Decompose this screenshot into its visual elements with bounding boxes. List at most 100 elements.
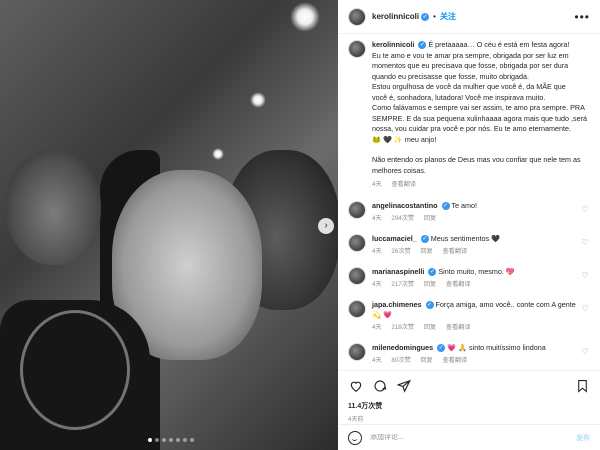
verified-icon: ✓ [437, 343, 446, 352]
comment-item: milenedomingues ✓ 💗 🙏 sinto muitíssimo l… [348, 342, 590, 366]
caption-line: SEMPRE. E da sua pequena xulinhaaaa agor… [372, 113, 587, 123]
caption: kerolinnicoli ✓ É pretaaaaa… O céu é est… [348, 40, 590, 191]
comment-time: 4天 [372, 356, 382, 364]
comment-time: 4天 [372, 323, 382, 331]
chevron-right-icon[interactable]: › [318, 218, 334, 234]
caption-line: você é, sonhadora, lutadora! Você me ins… [372, 92, 546, 102]
caption-line: nossa, vou cuidar pra você e por nós. Eu… [372, 124, 571, 133]
post-photo[interactable]: › [0, 0, 340, 450]
avatar[interactable] [348, 40, 366, 58]
comment-username[interactable]: milenedomingues [372, 343, 433, 352]
heart-icon[interactable]: ♡ [580, 304, 590, 313]
ceiling-light [290, 2, 320, 32]
carousel-dots [148, 438, 194, 442]
verified-icon: ✓ [420, 234, 429, 243]
heart-icon[interactable]: ♡ [580, 205, 590, 214]
carousel-dot [155, 438, 159, 442]
reply-link[interactable]: 回复 [424, 281, 436, 288]
comment-username[interactable]: angelinacostantino [372, 201, 438, 210]
emoji-icon[interactable] [348, 430, 362, 445]
verified-icon: ✓ [425, 300, 434, 309]
share-icon[interactable] [396, 378, 412, 394]
ceiling-light [250, 92, 266, 108]
comment-text: 💗 🙏 sinto muitíssimo lindona [447, 342, 546, 352]
comment-likes[interactable]: 26次赞 [391, 248, 410, 255]
caption-line: Estou orgulhosa de você da mulher que vo… [372, 82, 566, 91]
verified-icon: ✓ [421, 12, 430, 21]
comment-likes[interactable]: 80次赞 [391, 357, 410, 364]
comment-input[interactable] [370, 434, 576, 441]
translate-link[interactable]: 查看翻译 [446, 281, 471, 288]
comment-username[interactable]: japa.chimenes [372, 300, 422, 309]
comments-scroll[interactable]: kerolinnicoli ✓ É pretaaaaa… O céu é est… [338, 34, 600, 367]
reply-link[interactable]: 回复 [420, 357, 432, 364]
avatar[interactable] [348, 342, 366, 361]
avatar[interactable] [348, 200, 366, 219]
carousel-dot [190, 438, 194, 442]
comment-item: luccamaciel_ ✓ Meus sentimentos 🖤 4天 26次… [348, 233, 590, 257]
caption-meta: 4天 查看翻译 [372, 180, 587, 191]
photo-shirt-print [20, 310, 130, 430]
verified-icon: ✓ [441, 201, 450, 210]
comment-composer: 发布 [338, 424, 600, 450]
carousel-dot [176, 438, 180, 442]
comment-text: Sinto muito, mesmo. 💖 [438, 266, 515, 276]
comment-item: japa.chimenes ✓ Força amiga, amo você.. … [348, 299, 590, 333]
translate-link[interactable]: 查看翻译 [442, 357, 467, 364]
verified-icon: ✓ [428, 267, 437, 276]
more-icon[interactable]: ••• [574, 10, 590, 24]
carousel-dot [148, 438, 152, 442]
post-sidebar: kerolinnicoli ✓ • 关注 ••• kerolinnicoli ✓… [338, 0, 600, 450]
comment-time: 4天 [372, 214, 382, 222]
comment-likes[interactable]: 294次赞 [391, 215, 414, 222]
comment-likes[interactable]: 217次赞 [391, 281, 414, 288]
reply-link[interactable]: 回复 [424, 215, 436, 222]
heart-icon[interactable] [348, 378, 364, 394]
comment-username[interactable]: luccamaciel_ [372, 234, 417, 243]
comment-item: angelinacostantino ✓ Te amo! 4天 294次赞 回复… [348, 200, 590, 224]
comment-icon[interactable] [372, 378, 388, 394]
comment-time: 4天 [372, 247, 382, 255]
comment-text: Te amo! [451, 200, 477, 210]
translate-link[interactable]: 查看翻译 [446, 324, 471, 331]
reply-link[interactable]: 回复 [424, 324, 436, 331]
verified-icon: ✓ [418, 41, 427, 50]
post-actions: 11.4万次赞 4天前 [338, 370, 600, 423]
comment-text: Força amiga, amo você.. conte com A gent… [435, 299, 576, 309]
comment-username[interactable]: marianaspinelli [372, 267, 424, 276]
caption-line: quando eu precisasse que fosse, muito ob… [372, 71, 530, 81]
caption-line: 🐸 🖤 ✨ meu anjo! [372, 134, 437, 144]
ceiling-light [212, 148, 224, 160]
caption-line: Como falávamos e sempre vai ser assim, t… [372, 103, 585, 112]
avatar[interactable] [348, 299, 366, 318]
comment-item: marianaspinelli ✓ Sinto muito, mesmo. 💖 … [348, 266, 590, 290]
carousel-dot [183, 438, 187, 442]
author-username[interactable]: kerolinnicoli [372, 12, 419, 21]
caption-username[interactable]: kerolinnicoli [372, 40, 414, 49]
post-time: 4天前 [348, 417, 364, 423]
carousel-dot [162, 438, 166, 442]
caption-line: Não entendo os planos de Deus mas vou co… [372, 155, 581, 164]
heart-icon[interactable]: ♡ [580, 238, 590, 247]
caption-time: 4天 [372, 181, 382, 188]
heart-icon[interactable]: ♡ [580, 347, 590, 356]
avatar[interactable] [348, 7, 366, 26]
post-header: kerolinnicoli ✓ • 关注 ••• [338, 0, 600, 34]
like-count[interactable]: 11.4万次赞 [348, 401, 590, 411]
comment-text-extra: 💫 💗 [372, 309, 392, 319]
caption-body: kerolinnicoli ✓ É pretaaaaa… O céu é est… [372, 40, 587, 191]
bookmark-icon[interactable] [574, 378, 590, 394]
avatar[interactable] [348, 233, 366, 252]
caption-line: momentos que eu precisava que fosse, obr… [372, 61, 569, 70]
avatar[interactable] [348, 266, 366, 285]
post-comment-button[interactable]: 发布 [576, 433, 590, 443]
caption-line: melhores coisas. [372, 165, 426, 175]
comment-likes[interactable]: 218次赞 [391, 324, 414, 331]
heart-icon[interactable]: ♡ [580, 271, 590, 280]
follow-button[interactable]: 关注 [440, 11, 456, 22]
translate-link[interactable]: 查看翻译 [391, 181, 416, 188]
translate-link[interactable]: 查看翻译 [442, 248, 467, 255]
caption-line: É pretaaaaa… O céu é está em festa agora… [428, 40, 570, 49]
reply-link[interactable]: 回复 [420, 248, 432, 255]
photo-child [6, 150, 101, 265]
